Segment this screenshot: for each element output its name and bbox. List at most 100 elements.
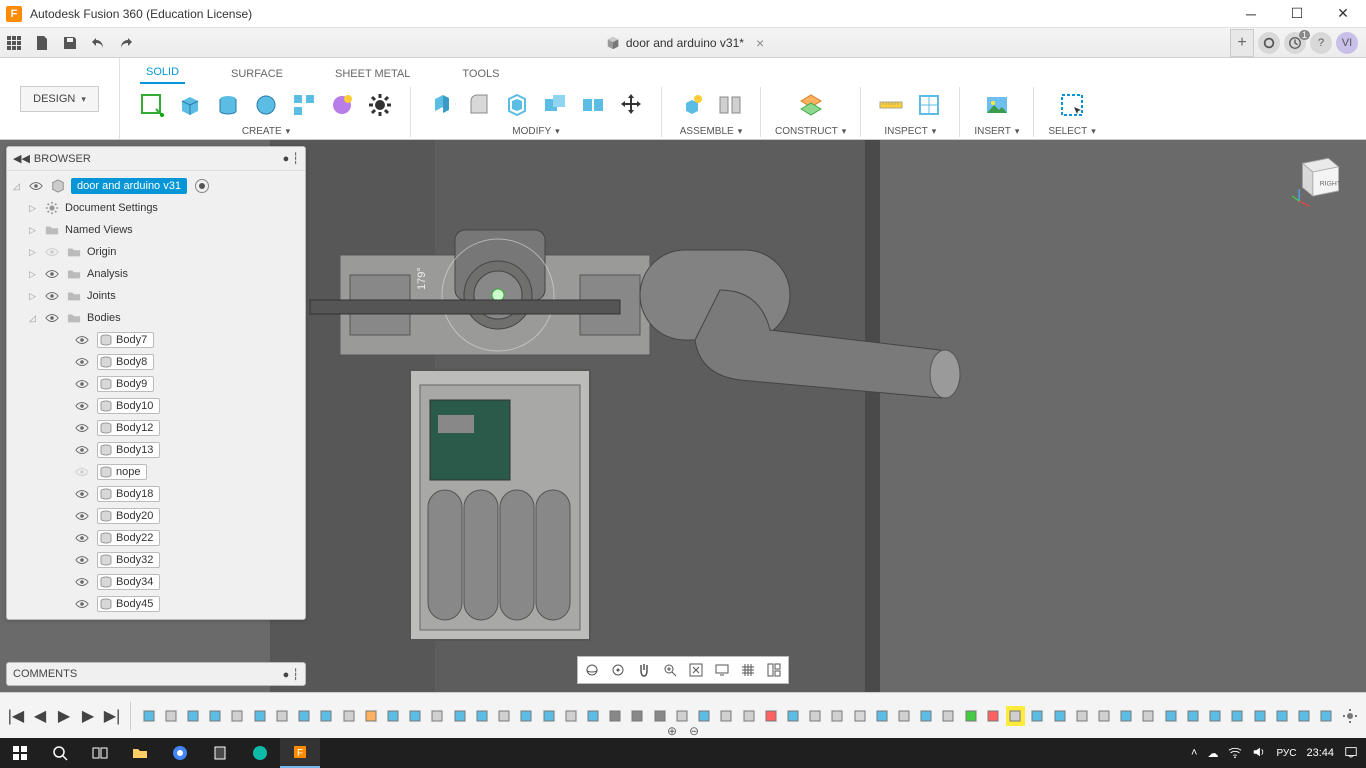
explorer-taskbar-icon[interactable]: [120, 738, 160, 768]
timeline-feature[interactable]: [561, 706, 580, 726]
timeline-feature[interactable]: [1117, 706, 1136, 726]
help-button[interactable]: ?: [1310, 32, 1332, 54]
timeline-feature[interactable]: [583, 706, 602, 726]
joint-tool-icon[interactable]: [714, 89, 746, 121]
tab-sheetmetal[interactable]: SHEET METAL: [329, 64, 416, 84]
shell-tool-icon[interactable]: [501, 89, 533, 121]
timeline-feature[interactable]: [1183, 706, 1202, 726]
browser-node-joints[interactable]: ▷Joints: [7, 285, 305, 307]
sphere-tool-icon[interactable]: [250, 89, 282, 121]
timeline-feature[interactable]: [428, 706, 447, 726]
timeline-feature[interactable]: [1272, 706, 1291, 726]
viewport-layout-button[interactable]: [762, 659, 786, 681]
timeline-feature[interactable]: [450, 706, 469, 726]
timeline-feature[interactable]: [1228, 706, 1247, 726]
timeline-feature[interactable]: [783, 706, 802, 726]
form-tool-icon[interactable]: [326, 89, 358, 121]
orbit-button[interactable]: [580, 659, 604, 681]
visibility-toggle-icon[interactable]: [43, 243, 61, 261]
timeline-feature[interactable]: [539, 706, 558, 726]
calculator-taskbar-icon[interactable]: [200, 738, 240, 768]
extensions-button[interactable]: [1258, 32, 1280, 54]
browser-collapse-button[interactable]: ◀◀: [13, 152, 30, 165]
start-button[interactable]: [0, 738, 40, 768]
timeline-feature[interactable]: [517, 706, 536, 726]
chrome-taskbar-icon[interactable]: [160, 738, 200, 768]
tab-solid[interactable]: SOLID: [140, 62, 185, 84]
activate-component-button[interactable]: [195, 179, 209, 193]
browser-node-named-views[interactable]: ▷Named Views: [7, 219, 305, 241]
component-tool-icon[interactable]: [676, 89, 708, 121]
tray-wifi-icon[interactable]: [1228, 745, 1242, 762]
timeline-feature[interactable]: [650, 706, 669, 726]
timeline-feature[interactable]: [717, 706, 736, 726]
timeline-settings-button[interactable]: [1340, 706, 1360, 726]
timeline-feature[interactable]: [472, 706, 491, 726]
plane-tool-icon[interactable]: [795, 89, 827, 121]
presspull-tool-icon[interactable]: [425, 89, 457, 121]
search-button[interactable]: [40, 738, 80, 768]
user-avatar[interactable]: VI: [1336, 32, 1358, 54]
close-tab-button[interactable]: ×: [756, 35, 764, 51]
timeline-feature[interactable]: [1028, 706, 1047, 726]
timeline-feature[interactable]: [339, 706, 358, 726]
timeline-feature[interactable]: [628, 706, 647, 726]
zoom-button[interactable]: [658, 659, 682, 681]
browser-body-item[interactable]: Body34: [7, 571, 305, 593]
browser-node-origin[interactable]: ▷Origin: [7, 241, 305, 263]
timeline-feature[interactable]: [1072, 706, 1091, 726]
insert-tool-icon[interactable]: [981, 89, 1013, 121]
new-tab-button[interactable]: +: [1230, 29, 1254, 57]
tab-surface[interactable]: SURFACE: [225, 64, 289, 84]
visibility-toggle-icon[interactable]: [73, 485, 91, 503]
visibility-toggle-icon[interactable]: [73, 573, 91, 591]
visibility-toggle-icon[interactable]: [73, 419, 91, 437]
browser-options-button[interactable]: ● ┆: [283, 152, 299, 165]
taskview-button[interactable]: [80, 738, 120, 768]
measure-tool-icon[interactable]: [875, 89, 907, 121]
browser-node-bodies[interactable]: ◿Bodies: [7, 307, 305, 329]
timeline-feature[interactable]: [917, 706, 936, 726]
timeline-feature[interactable]: [1317, 706, 1336, 726]
timeline-start-button[interactable]: |◀: [6, 706, 26, 726]
window-minimize-button[interactable]: ─: [1228, 0, 1274, 28]
job-status-button[interactable]: 1: [1284, 32, 1306, 54]
timeline-next-button[interactable]: ▶: [78, 706, 98, 726]
browser-body-item[interactable]: Body9: [7, 373, 305, 395]
timeline-feature[interactable]: [1294, 706, 1313, 726]
timeline-feature[interactable]: [894, 706, 913, 726]
timeline-feature[interactable]: [183, 706, 202, 726]
save-button[interactable]: [56, 29, 84, 57]
timeline-prev-button[interactable]: ◀: [30, 706, 50, 726]
timeline-feature[interactable]: [1139, 706, 1158, 726]
browser-body-item[interactable]: Body8: [7, 351, 305, 373]
visibility-toggle-icon[interactable]: [73, 397, 91, 415]
pan-button[interactable]: [632, 659, 656, 681]
comments-options-button[interactable]: ● ┆: [283, 668, 299, 681]
timeline-end-button[interactable]: ▶|: [102, 706, 122, 726]
tray-onedrive-icon[interactable]: ☁: [1207, 747, 1218, 760]
tray-language[interactable]: РУС: [1276, 748, 1296, 759]
window-close-button[interactable]: ✕: [1320, 0, 1366, 28]
timeline-play-button[interactable]: ▶: [54, 706, 74, 726]
timeline-feature[interactable]: [406, 706, 425, 726]
timeline-feature[interactable]: [1050, 706, 1069, 726]
timeline-feature[interactable]: [206, 706, 225, 726]
timeline-feature[interactable]: [161, 706, 180, 726]
timeline-page-next[interactable]: ⊖: [689, 724, 699, 738]
browser-body-item[interactable]: Body7: [7, 329, 305, 351]
document-tab[interactable]: door and arduino v31* ×: [596, 31, 774, 55]
visibility-toggle-icon[interactable]: [73, 375, 91, 393]
redo-button[interactable]: [112, 29, 140, 57]
timeline-feature[interactable]: [383, 706, 402, 726]
browser-body-item[interactable]: Body32: [7, 549, 305, 571]
browser-body-item[interactable]: Body45: [7, 593, 305, 615]
timeline-feature[interactable]: [295, 706, 314, 726]
timeline-feature[interactable]: [739, 706, 758, 726]
timeline-feature[interactable]: [606, 706, 625, 726]
box-tool-icon[interactable]: [174, 89, 206, 121]
visibility-toggle-icon[interactable]: [73, 595, 91, 613]
browser-root-node[interactable]: ◿ door and arduino v31: [7, 175, 305, 197]
browser-body-item[interactable]: Body18: [7, 483, 305, 505]
undo-button[interactable]: [84, 29, 112, 57]
